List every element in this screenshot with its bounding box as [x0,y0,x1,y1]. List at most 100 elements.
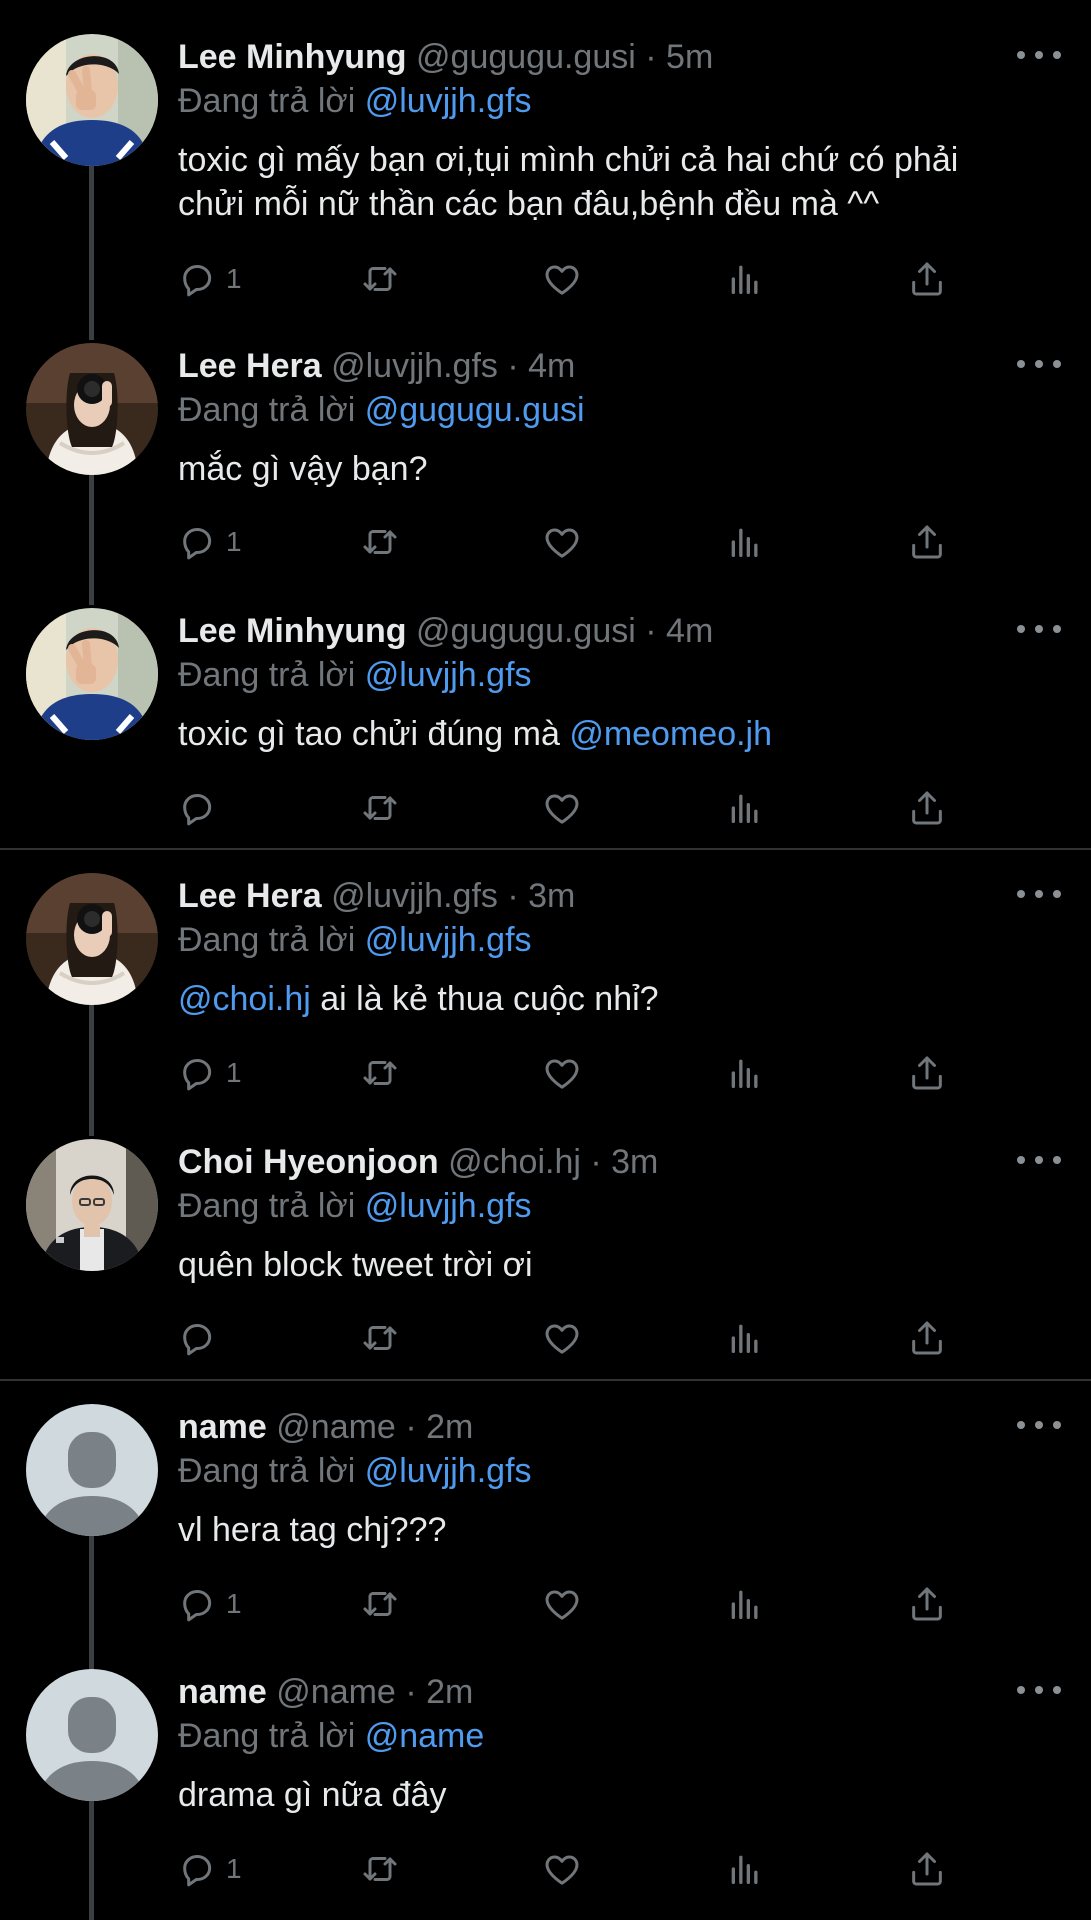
display-name[interactable]: Lee Hera [178,877,322,915]
tweet-mention-link[interactable]: @meomeo.jh [569,715,772,753]
reply-button[interactable] [178,1313,226,1363]
views-button[interactable] [725,517,765,567]
retweet-button[interactable] [360,1313,400,1363]
views-button[interactable] [725,1844,765,1894]
heart-icon [542,788,582,828]
reply-icon [178,1053,218,1093]
display-name[interactable]: name [178,1408,267,1446]
retweet-button[interactable] [360,254,400,304]
display-name[interactable]: Lee Minhyung [178,38,407,76]
share-button[interactable] [907,783,947,833]
retweet-button[interactable] [360,783,400,833]
share-button[interactable] [907,1313,947,1363]
display-name[interactable]: Choi Hyeonjoon [178,1143,439,1181]
replying-to-mention[interactable]: @luvjjh.gfs [365,1187,532,1225]
timestamp[interactable]: 3m [611,1143,658,1181]
avatar[interactable] [26,343,158,475]
bar-chart-icon [725,1849,765,1889]
retweet-button[interactable] [360,1579,400,1629]
replying-to-mention[interactable]: @luvjjh.gfs [365,656,532,694]
reply-icon [178,522,218,562]
like-button[interactable] [542,517,582,567]
separator-dot: · [645,612,657,650]
reply-button[interactable]: 1 [178,254,242,304]
share-button[interactable] [907,1048,947,1098]
timestamp[interactable]: 5m [666,38,713,76]
more-options-icon[interactable] [1017,1145,1061,1175]
tweet-text-part: ai là kẻ thua cuộc nhỉ? [310,980,659,1018]
retweet-icon [360,788,400,828]
like-button[interactable] [542,783,582,833]
heart-icon [542,1318,582,1358]
share-button[interactable] [907,1844,947,1894]
user-handle[interactable]: @luvjjh.gfs [331,347,498,385]
timestamp[interactable]: 2m [426,1408,473,1446]
views-button[interactable] [725,1579,765,1629]
like-button[interactable] [542,1313,582,1363]
retweet-icon [360,259,400,299]
replying-to: Đang trả lời @name [178,1713,1061,1759]
share-button[interactable] [907,517,947,567]
tweet-text-line: quên block tweet trời ơi [178,1246,533,1284]
display-name[interactable]: Lee Hera [178,347,322,385]
views-button[interactable] [725,1048,765,1098]
more-options-icon[interactable] [1017,40,1061,70]
views-button[interactable] [725,1313,765,1363]
user-handle[interactable]: @gugugu.gusi [416,612,636,650]
share-button[interactable] [907,1579,947,1629]
avatar[interactable] [26,608,158,740]
retweet-icon [360,1053,400,1093]
replying-to-label: Đang trả lời [178,1187,356,1225]
reply-button[interactable]: 1 [178,1844,242,1894]
more-options-icon[interactable] [1017,1675,1061,1705]
more-options-icon[interactable] [1017,879,1061,909]
tweet-content: Lee Hera @luvjjh.gfs · 3m Đang trả lời @l… [178,873,1061,1021]
user-handle[interactable]: @name [276,1408,396,1446]
replying-to-label: Đang trả lời [178,921,356,959]
timestamp[interactable]: 4m [666,612,713,650]
tweet-text-line: chửi mỗi nữ thần các bạn đâu,bệnh đều mà… [178,185,880,223]
user-handle[interactable]: @choi.hj [448,1143,581,1181]
more-options-icon[interactable] [1017,349,1061,379]
timestamp[interactable]: 2m [426,1673,473,1711]
replying-to-mention[interactable]: @luvjjh.gfs [365,1452,532,1490]
display-name[interactable]: Lee Minhyung [178,612,407,650]
reply-button[interactable]: 1 [178,517,242,567]
views-button[interactable] [725,783,765,833]
timestamp[interactable]: 3m [528,877,575,915]
views-button[interactable] [725,254,765,304]
user-handle[interactable]: @name [276,1673,396,1711]
avatar[interactable] [26,1404,158,1536]
display-name[interactable]: name [178,1673,267,1711]
avatar[interactable] [26,1669,158,1801]
like-button[interactable] [542,1048,582,1098]
replying-to-mention[interactable]: @gugugu.gusi [365,391,585,429]
more-options-icon[interactable] [1017,1410,1061,1440]
tweet-header: Lee Hera @luvjjh.gfs · 4m [178,343,1061,389]
retweet-button[interactable] [360,517,400,567]
replying-to-mention[interactable]: @luvjjh.gfs [365,82,532,120]
timestamp[interactable]: 4m [528,347,575,385]
tweet-text: @choi.hj ai là kẻ thua cuộc nhỉ? [178,977,1061,1021]
tweet-mention-link[interactable]: @choi.hj [178,980,311,1018]
reply-button[interactable]: 1 [178,1579,242,1629]
user-handle[interactable]: @gugugu.gusi [416,38,636,76]
heart-icon [542,1053,582,1093]
avatar[interactable] [26,1139,158,1271]
reply-count: 1 [226,263,242,294]
avatar[interactable] [26,34,158,166]
like-button[interactable] [542,1579,582,1629]
reply-icon [178,1584,218,1624]
replying-to-mention[interactable]: @name [365,1717,485,1755]
like-button[interactable] [542,1844,582,1894]
user-handle[interactable]: @luvjjh.gfs [331,877,498,915]
retweet-button[interactable] [360,1048,400,1098]
retweet-button[interactable] [360,1844,400,1894]
more-options-icon[interactable] [1017,614,1061,644]
reply-button[interactable]: 1 [178,1048,242,1098]
replying-to-mention[interactable]: @luvjjh.gfs [365,921,532,959]
avatar[interactable] [26,873,158,1005]
like-button[interactable] [542,254,582,304]
reply-button[interactable] [178,783,226,833]
share-button[interactable] [907,254,947,304]
